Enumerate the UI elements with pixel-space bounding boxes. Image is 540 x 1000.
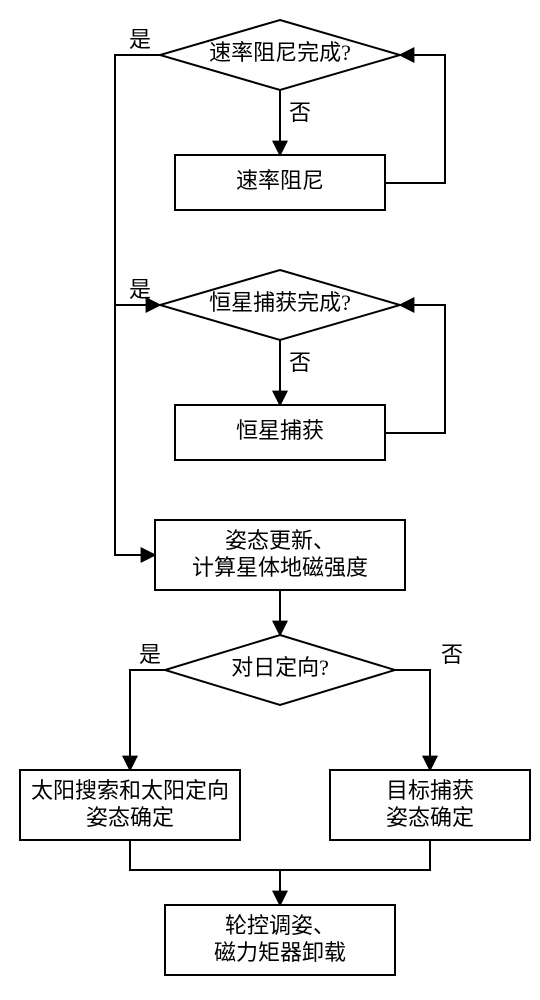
process-attitude-update-line1: 姿态更新、 [225,528,335,553]
process-sun-search-orientation-line1: 太阳搜索和太阳定向 [31,778,229,803]
edge-d1-yes-label: 是 [129,27,151,52]
edge-d3-no [395,670,430,770]
edge-d3-no-label: 否 [441,642,463,667]
edge-d3-yes [130,670,165,770]
decision-sun-orientation: 对日定向? [165,635,395,705]
process-sun-search-orientation-line2: 姿态确定 [86,805,174,830]
decision-star-acquisition-complete-label: 恒星捕获完成? [209,290,351,315]
process-target-acquisition-line2: 姿态确定 [386,805,474,830]
process-wheel-control: 轮控调姿、 磁力矩器卸载 [165,905,395,975]
process-target-acquisition-line1: 目标捕获 [386,778,474,803]
edge-p2-loop [385,305,445,433]
process-wheel-control-line2: 磁力矩器卸载 [214,940,346,965]
process-attitude-update-line2: 计算星体地磁强度 [192,555,368,580]
process-star-acquisition: 恒星捕获 [175,405,385,460]
edge-p4-merge [130,840,280,870]
edge-d1-yes-seg1 [115,55,160,270]
process-attitude-update: 姿态更新、 计算星体地磁强度 [155,520,405,590]
edge-d1-no-label: 否 [289,100,311,125]
process-target-acquisition: 目标捕获 姿态确定 [330,770,530,840]
edge-d3-yes-label: 是 [139,642,161,667]
edge-p1-loop [385,55,445,183]
edge-d2-yes-seg1 [115,305,160,520]
edge-d2-yes-label: 是 [129,277,151,302]
decision-rate-damping-complete: 速率阻尼完成? [160,20,400,90]
process-rate-damping: 速率阻尼 [175,155,385,210]
process-sun-search-orientation: 太阳搜索和太阳定向 姿态确定 [20,770,240,840]
edge-p5-merge [280,840,430,870]
edge-d2-yes-seg2 [115,520,155,555]
process-rate-damping-label: 速率阻尼 [236,168,324,193]
process-star-acquisition-label: 恒星捕获 [236,418,324,443]
process-wheel-control-line1: 轮控调姿、 [225,913,335,938]
edge-d2-no-label: 否 [289,350,311,375]
decision-sun-orientation-label: 对日定向? [231,655,329,680]
decision-star-acquisition-complete: 恒星捕获完成? [160,270,400,340]
decision-rate-damping-complete-label: 速率阻尼完成? [209,40,351,65]
